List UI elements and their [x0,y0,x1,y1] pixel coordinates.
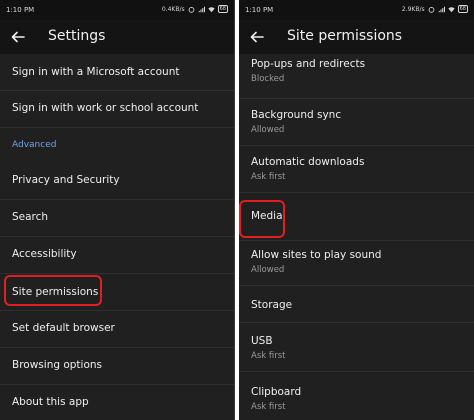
settings-item-microsoft-account[interactable]: Sign in with a Microsoft account [0,54,234,90]
site-permissions-screen: 1:10 PM 2.9KB/s 68 Site permissions Pop-… [239,0,474,420]
settings-item-privacy[interactable]: Privacy and Security [0,162,234,199]
settings-item-browsing-options[interactable]: Browsing options [0,348,234,384]
settings-item-label: About this app [12,396,89,408]
settings-item-label: Set default browser [12,322,115,334]
signal-icon [438,6,445,12]
alarm-icon [428,6,434,13]
section-header-advanced: Advanced [0,128,234,162]
permission-item-label: Pop-ups and redirects [251,58,366,70]
settings-screen: 1:10 PM 0.4KB/s 68 Settings Sign in with… [0,0,235,420]
status-bar: 1:10 PM 2.9KB/s 68 [239,0,474,20]
permission-item-status: Allowed [251,125,285,135]
settings-item-search[interactable]: Search [0,200,234,236]
permission-item-popups[interactable]: Pop-ups and redirects Blocked [239,54,474,98]
highlight-box [239,200,285,238]
permission-item-label: USB [251,335,273,347]
permission-item-status: Ask first [251,351,286,361]
wifi-icon [447,6,455,12]
permission-item-usb[interactable]: USB Ask first [239,323,474,371]
settings-item-label: Privacy and Security [12,174,120,186]
permission-item-status: Ask first [251,402,286,412]
signal-icon [198,6,205,12]
settings-item-label: Sign in with work or school account [12,102,199,114]
battery-icon: 68 [457,5,468,13]
network-speed: 0.4KB/s [161,5,185,13]
settings-item-accessibility[interactable]: Accessibility [0,237,234,273]
settings-item-about[interactable]: About this app [0,385,234,420]
status-time: 1:10 PM [6,6,35,14]
permission-item-clipboard[interactable]: Clipboard Ask first [239,372,474,420]
permission-item-status: Allowed [251,265,285,275]
settings-item-label: Browsing options [12,359,103,371]
section-header-label: Advanced [12,140,57,150]
permission-item-sound[interactable]: Allow sites to play sound Allowed [239,241,474,285]
permission-item-status: Ask first [251,172,286,182]
permission-item-label: Background sync [251,109,342,121]
permission-item-automatic-downloads[interactable]: Automatic downloads Ask first [239,146,474,192]
page-title: Site permissions [287,28,403,44]
battery-icon: 68 [217,5,228,13]
network-speed: 2.9KB/s [401,5,425,13]
permission-item-label: Allow sites to play sound [251,249,382,261]
settings-item-work-account[interactable]: Sign in with work or school account [0,91,234,127]
permission-item-label: Storage [251,299,293,311]
permission-item-background-sync[interactable]: Background sync Allowed [239,99,474,145]
app-bar: Site permissions [239,20,474,54]
arrow-left-icon[interactable] [249,29,265,45]
page-title: Settings [48,28,106,44]
status-time: 1:10 PM [245,6,274,14]
status-bar: 1:10 PM 0.4KB/s 68 [0,0,234,20]
permission-item-label: Clipboard [251,386,302,398]
settings-item-label: Sign in with a Microsoft account [12,66,180,78]
wifi-icon [207,6,215,12]
arrow-left-icon[interactable] [10,29,26,45]
permission-item-label: Automatic downloads [251,156,365,168]
app-bar: Settings [0,20,234,54]
settings-item-label: Accessibility [12,248,77,260]
highlight-box [4,275,102,306]
permission-item-status: Blocked [251,74,285,84]
settings-item-default-browser[interactable]: Set default browser [0,311,234,347]
permission-item-storage[interactable]: Storage [239,286,474,322]
alarm-icon [188,6,194,13]
settings-item-label: Search [12,211,49,223]
